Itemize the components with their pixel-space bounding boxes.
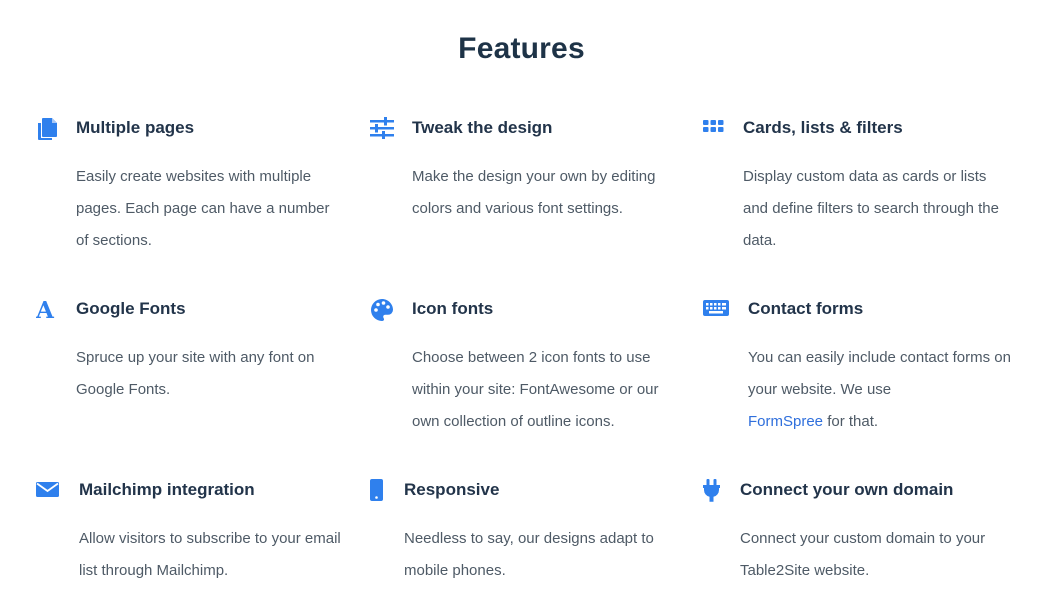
feature-title: Google Fonts (76, 299, 186, 318)
feature-description: Spruce up your site with any font on Goo… (76, 349, 315, 398)
feature-description: Allow visitors to subscribe to your emai… (79, 530, 341, 579)
feature-description: You can easily include contact forms on … (748, 342, 1018, 438)
font-icon: A (36, 298, 60, 322)
feature-title: Contact forms (748, 299, 864, 318)
palette-icon (370, 298, 394, 322)
section-title: Features (458, 32, 585, 66)
description-text: for that. (827, 413, 879, 430)
grid-icon (703, 117, 727, 141)
file-copy-icon (36, 117, 60, 141)
feature-title: Connect your own domain (740, 480, 954, 499)
feature-description: Choose between 2 icon fonts to use withi… (412, 349, 659, 430)
feature-description: Connect your custom domain to your Table… (740, 530, 986, 579)
feature-description: Easily create websites with multiple pag… (76, 168, 330, 249)
sliders-icon (370, 117, 394, 141)
feature-description: Make the design your own by editing colo… (412, 168, 656, 217)
feature-title: Tweak the design (412, 118, 553, 137)
feature-title: Cards, lists & filters (743, 118, 903, 137)
feature-title: Responsive (404, 480, 500, 499)
svg-text:A: A (36, 298, 55, 322)
plug-icon (703, 479, 727, 503)
keyboard-icon (703, 298, 729, 322)
feature-title: Mailchimp integration (79, 480, 255, 499)
feature-title: Multiple pages (76, 118, 195, 137)
feature-description: Display custom data as cards or lists an… (743, 168, 999, 249)
feature-description: Needless to say, our designs adapt to mo… (404, 530, 654, 579)
description-text: You can easily include contact forms on … (748, 349, 1011, 398)
envelope-icon (36, 479, 60, 503)
mobile-icon (370, 479, 394, 503)
formspree-link[interactable]: FormSpree (748, 413, 823, 430)
feature-title: Icon fonts (412, 299, 494, 318)
